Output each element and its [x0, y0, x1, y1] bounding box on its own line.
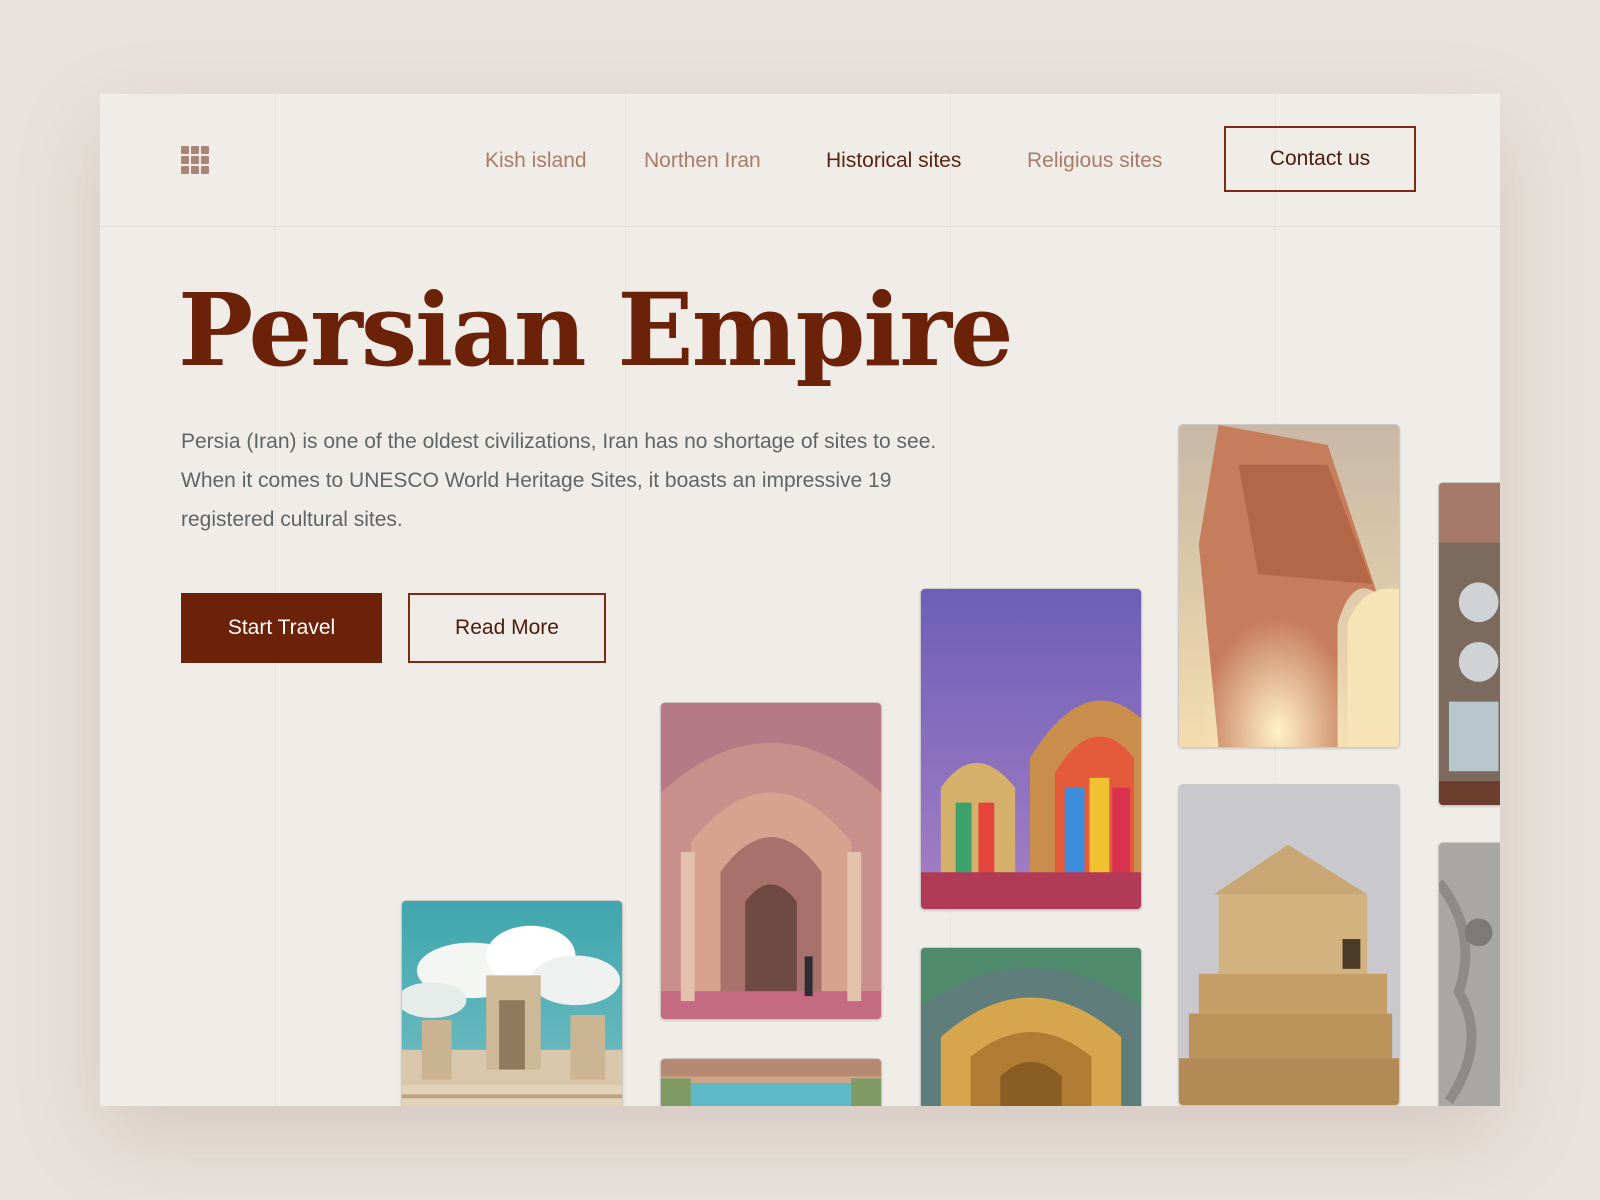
- grid-menu-icon[interactable]: [181, 146, 209, 174]
- mirror-mosaic-photo[interactable]: [1438, 482, 1500, 806]
- stone-relief-photo[interactable]: [1438, 842, 1500, 1106]
- tiled-vault-photo[interactable]: [920, 947, 1142, 1106]
- pool-courtyard-photo[interactable]: [660, 1058, 882, 1106]
- start-travel-button[interactable]: Start Travel: [181, 593, 382, 663]
- page-title: Persian Empire: [178, 271, 1014, 389]
- nav-link-historical-sites[interactable]: Historical sites: [826, 146, 961, 176]
- grid-line: [625, 94, 626, 1106]
- nav-link-northen-iran[interactable]: Northen Iran: [644, 146, 761, 176]
- azadi-tower-photo[interactable]: [1178, 424, 1400, 748]
- nav-link-religious-sites[interactable]: Religious sites: [1027, 146, 1162, 176]
- persepolis-ruins-photo[interactable]: [401, 900, 623, 1106]
- mosque-arch-interior-photo[interactable]: [660, 702, 882, 1020]
- header-divider: [100, 226, 1500, 227]
- page-frame: Kish island Northen Iran Historical site…: [100, 94, 1500, 1106]
- read-more-button[interactable]: Read More: [408, 593, 606, 663]
- nav-link-kish-island[interactable]: Kish island: [485, 146, 587, 176]
- stained-glass-mosque-photo[interactable]: [920, 588, 1142, 910]
- contact-us-button[interactable]: Contact us: [1224, 126, 1416, 192]
- cyrus-tomb-photo[interactable]: [1178, 784, 1400, 1106]
- hero-description: Persia (Iran) is one of the oldest civil…: [181, 430, 937, 531]
